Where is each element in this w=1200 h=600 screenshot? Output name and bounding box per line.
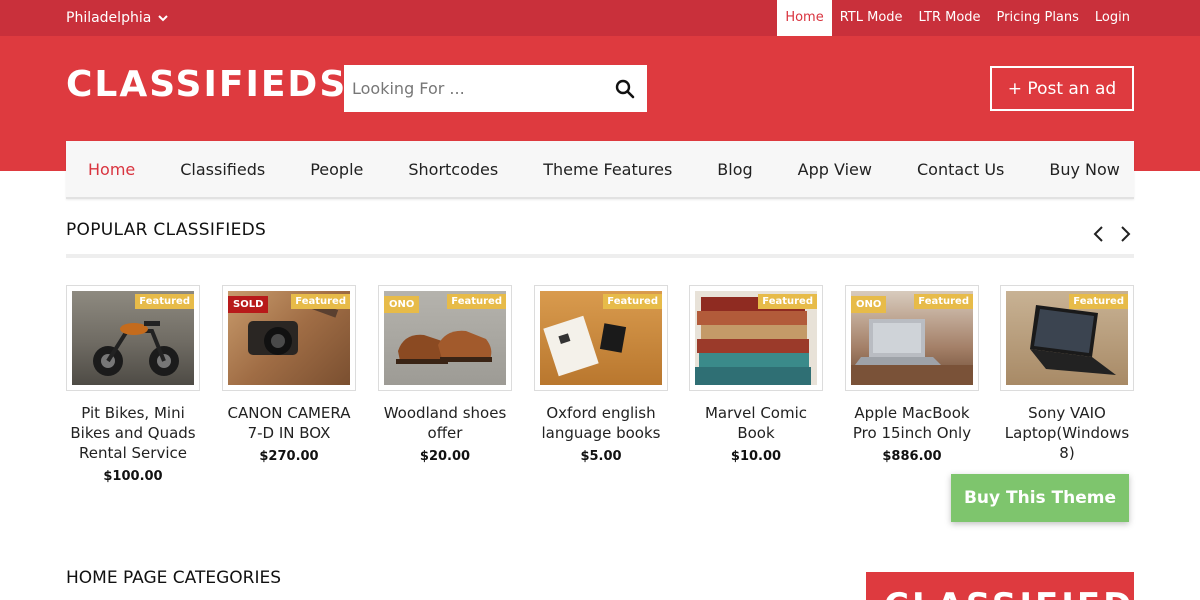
chevron-down-icon	[158, 15, 169, 22]
listing-thumbnail[interactable]: Featured	[1000, 285, 1134, 391]
nav-item-people[interactable]: People	[310, 160, 363, 179]
nav-item-buy-now[interactable]: Buy Now	[1049, 160, 1120, 179]
section-title-categories: HOME PAGE CATEGORIES	[66, 568, 282, 588]
section-divider	[66, 254, 1134, 258]
listing-title[interactable]: Marvel Comic Book	[689, 403, 823, 443]
post-ad-button[interactable]: + Post an ad	[990, 66, 1134, 111]
main-nav: Home Classifieds People Shortcodes Theme…	[66, 141, 1134, 199]
city-label: Philadelphia	[66, 10, 152, 26]
featured-badge: Featured	[603, 294, 662, 309]
featured-badge: Featured	[291, 294, 350, 309]
featured-badge: Featured	[1069, 294, 1128, 309]
promo-banner[interactable]: CLASSIFIEDS	[866, 572, 1134, 600]
buy-theme-button[interactable]: Buy This Theme	[951, 474, 1129, 522]
listing-thumbnail[interactable]: ONO Featured	[378, 285, 512, 391]
top-links: Home RTL Mode LTR Mode Pricing Plans Log…	[777, 0, 1138, 36]
top-link-rtl-mode[interactable]: RTL Mode	[832, 0, 911, 36]
listing-price: $5.00	[580, 449, 622, 464]
top-bar: Philadelphia Home RTL Mode LTR Mode Pric…	[0, 0, 1200, 36]
listing-card[interactable]: ONO Featured Woodland shoes offer $20.00	[378, 285, 512, 464]
nav-item-app-view[interactable]: App View	[798, 160, 872, 179]
site-logo[interactable]: CLASSIFIEDS	[66, 64, 347, 105]
chevron-left-icon	[1093, 226, 1103, 242]
nav-item-home[interactable]: Home	[88, 160, 135, 179]
nav-item-shortcodes[interactable]: Shortcodes	[408, 160, 498, 179]
top-link-login[interactable]: Login	[1087, 0, 1138, 36]
listing-title[interactable]: Oxford english language books	[534, 403, 668, 443]
nav-item-classifieds[interactable]: Classifieds	[180, 160, 265, 179]
carousel-next-button[interactable]	[1117, 224, 1135, 244]
search-bar	[344, 65, 647, 112]
nav-item-theme-features[interactable]: Theme Features	[543, 160, 672, 179]
search-button[interactable]	[603, 65, 647, 112]
listing-title[interactable]: Sony VAIO Laptop(Windows 8)	[1000, 403, 1134, 463]
top-link-pricing-plans[interactable]: Pricing Plans	[989, 0, 1087, 36]
listing-title[interactable]: Woodland shoes offer	[378, 403, 512, 443]
listing-title[interactable]: Pit Bikes, Mini Bikes and Quads Rental S…	[66, 403, 200, 463]
listing-thumbnail[interactable]: Featured	[534, 285, 668, 391]
listing-card[interactable]: Featured Pit Bikes, Mini Bikes and Quads…	[66, 285, 200, 484]
promo-banner-text: CLASSIFIEDS	[884, 586, 1134, 600]
top-link-home[interactable]: Home	[777, 0, 832, 36]
listing-card[interactable]: ONO Featured Apple MacBook Pro 15inch On…	[845, 285, 979, 464]
ono-badge: ONO	[851, 296, 887, 313]
city-selector[interactable]: Philadelphia	[66, 0, 169, 36]
chevron-right-icon	[1121, 226, 1131, 242]
listing-price: $100.00	[103, 469, 163, 484]
featured-badge: Featured	[447, 294, 506, 309]
search-input[interactable]	[344, 65, 603, 112]
top-link-ltr-mode[interactable]: LTR Mode	[911, 0, 989, 36]
listing-price: $20.00	[419, 449, 471, 464]
listing-card[interactable]: Featured Marvel Comic Book $10.00	[689, 285, 823, 464]
listing-title[interactable]: CANON CAMERA 7-D IN BOX	[222, 403, 356, 443]
listing-price: $270.00	[259, 449, 319, 464]
nav-item-blog[interactable]: Blog	[717, 160, 752, 179]
listing-thumbnail[interactable]: ONO Featured	[845, 285, 979, 391]
carousel-prev-button[interactable]	[1089, 224, 1107, 244]
featured-badge: Featured	[135, 294, 194, 309]
section-title-popular: POPULAR CLASSIFIEDS	[66, 220, 267, 240]
featured-badge: Featured	[914, 294, 973, 309]
nav-item-contact-us[interactable]: Contact Us	[917, 160, 1004, 179]
search-icon	[615, 79, 635, 98]
listing-price: $10.00	[730, 449, 782, 464]
listing-card[interactable]: Featured Sony VAIO Laptop(Windows 8)	[1000, 285, 1134, 469]
listing-thumbnail[interactable]: SOLD Featured	[222, 285, 356, 391]
listing-card[interactable]: Featured Oxford english language books $…	[534, 285, 668, 464]
listing-thumbnail[interactable]: Featured	[66, 285, 200, 391]
sold-badge: SOLD	[228, 296, 269, 313]
featured-badge: Featured	[758, 294, 817, 309]
listing-price: $886.00	[882, 449, 942, 464]
ono-badge: ONO	[384, 296, 420, 313]
listing-card[interactable]: SOLD Featured CANON CAMERA 7-D IN BOX $2…	[222, 285, 356, 464]
listing-title[interactable]: Apple MacBook Pro 15inch Only	[845, 403, 979, 443]
listing-thumbnail[interactable]: Featured	[689, 285, 823, 391]
